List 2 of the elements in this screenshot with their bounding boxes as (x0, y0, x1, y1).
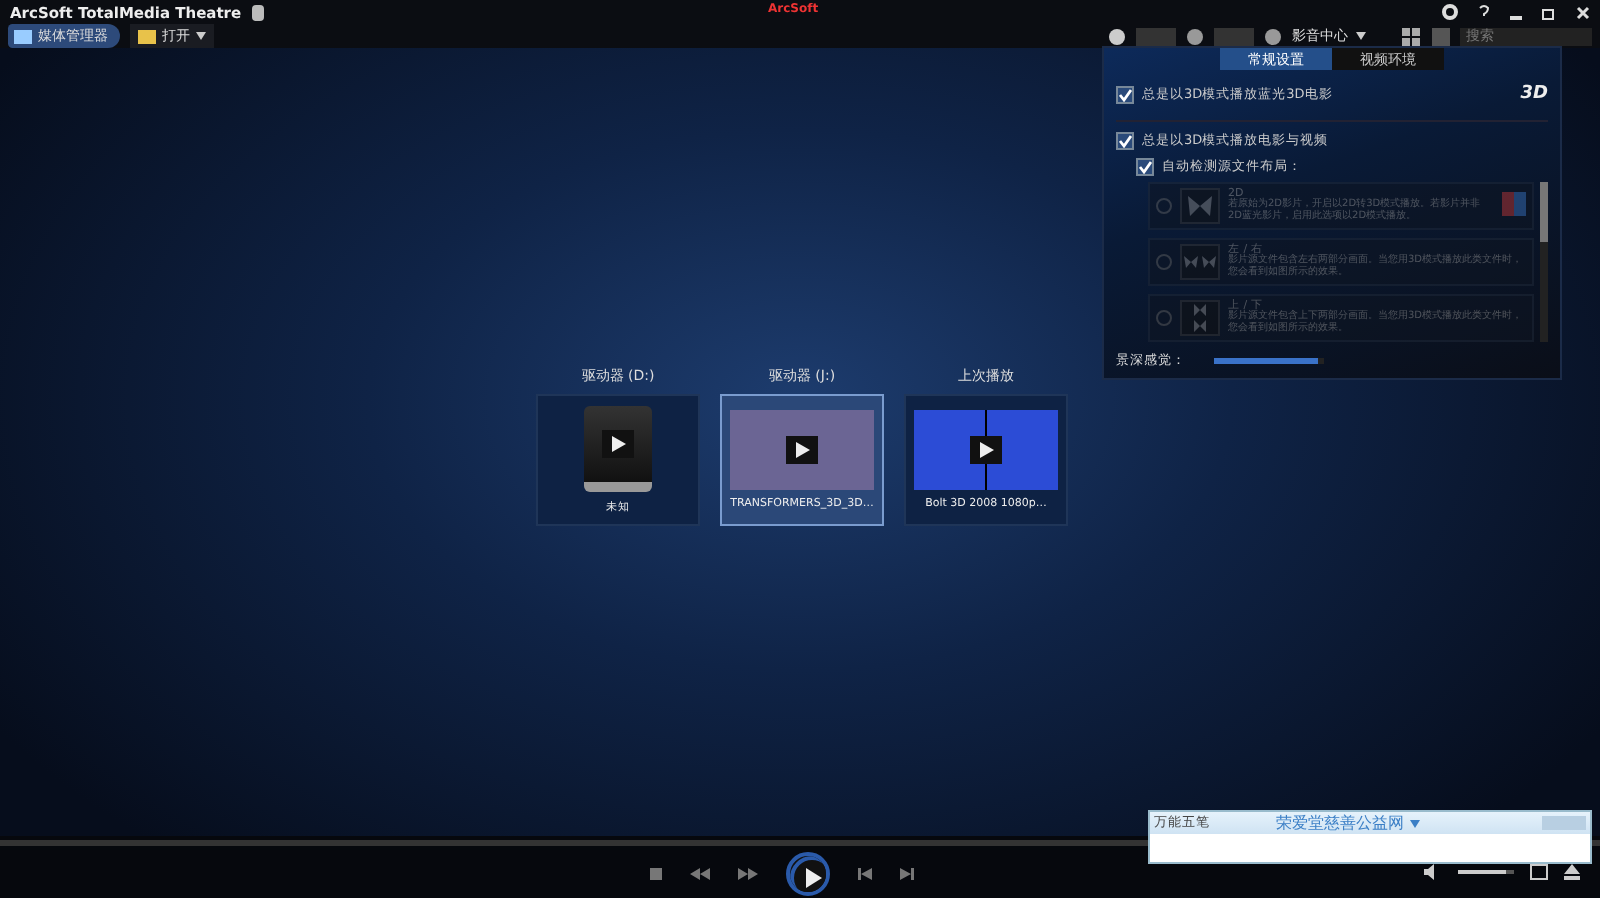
blu-ray-3d-logo: 3D (1520, 84, 1548, 104)
ime-link[interactable]: 荣爱堂慈善公益网 (1276, 812, 1404, 834)
